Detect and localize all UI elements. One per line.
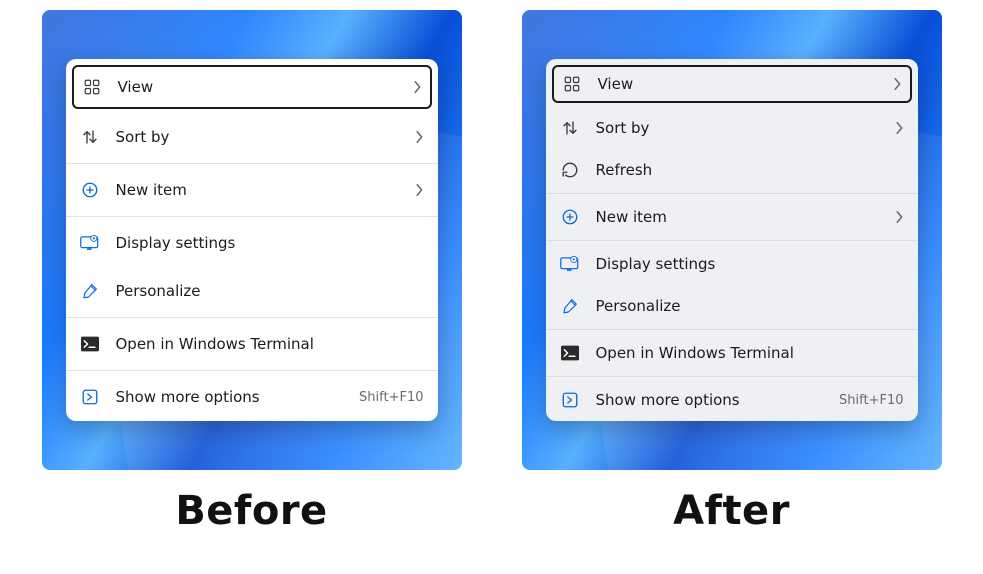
menu-item-new-item[interactable]: New item	[66, 166, 438, 214]
menu-separator	[546, 376, 918, 377]
chevron-right-icon	[892, 77, 902, 91]
context-menu-before: View Sort by New item Display settings Perso…	[66, 59, 438, 421]
chevron-right-icon	[412, 80, 422, 94]
menu-item-show-more-options[interactable]: Show more optionsShift+F10	[546, 379, 918, 421]
after-label: After	[522, 488, 942, 534]
context-menu-after: View Sort by Refresh New item Display settin…	[546, 59, 918, 421]
menu-item-sort-by[interactable]: Sort by	[546, 107, 918, 149]
before-label: Before	[42, 488, 462, 534]
terminal-icon	[560, 343, 580, 363]
menu-item-shortcut: Shift+F10	[839, 393, 903, 408]
display-settings-icon	[560, 254, 580, 274]
menu-item-label: Show more options	[596, 391, 840, 409]
menu-item-label: Sort by	[116, 128, 414, 146]
menu-item-label: View	[598, 75, 892, 93]
chevron-right-icon	[894, 121, 904, 135]
more-options-icon	[80, 387, 100, 407]
comparison-row: View Sort by New item Display settings Perso…	[0, 0, 983, 470]
after-panel: View Sort by Refresh New item Display settin…	[522, 10, 942, 470]
menu-item-label: View	[118, 78, 412, 96]
paintbrush-icon	[560, 296, 580, 316]
grid-icon	[82, 77, 102, 97]
menu-item-display-settings[interactable]: Display settings	[66, 219, 438, 267]
menu-item-open-in-windows-terminal[interactable]: Open in Windows Terminal	[66, 320, 438, 368]
menu-item-label: Display settings	[596, 255, 904, 273]
menu-item-label: Show more options	[116, 388, 360, 406]
menu-item-label: Personalize	[596, 297, 904, 315]
menu-item-show-more-options[interactable]: Show more optionsShift+F10	[66, 373, 438, 421]
refresh-icon	[560, 160, 580, 180]
grid-icon	[562, 74, 582, 94]
menu-separator	[546, 193, 918, 194]
menu-item-view[interactable]: View	[72, 65, 432, 109]
chevron-right-icon	[414, 183, 424, 197]
menu-item-sort-by[interactable]: Sort by	[66, 113, 438, 161]
chevron-right-icon	[894, 210, 904, 224]
paintbrush-icon	[80, 281, 100, 301]
menu-item-label: New item	[596, 208, 894, 226]
menu-separator	[66, 317, 438, 318]
menu-item-new-item[interactable]: New item	[546, 196, 918, 238]
menu-separator	[66, 216, 438, 217]
sort-icon	[560, 118, 580, 138]
menu-item-refresh[interactable]: Refresh	[546, 149, 918, 191]
menu-separator	[66, 370, 438, 371]
menu-separator	[66, 163, 438, 164]
menu-item-shortcut: Shift+F10	[359, 390, 423, 405]
menu-item-view[interactable]: View	[552, 65, 912, 103]
menu-item-label: Refresh	[596, 161, 904, 179]
menu-item-label: Display settings	[116, 234, 424, 252]
before-panel: View Sort by New item Display settings Perso…	[42, 10, 462, 470]
menu-item-label: Personalize	[116, 282, 424, 300]
labels-row: Before After	[0, 470, 983, 534]
terminal-icon	[80, 334, 100, 354]
menu-separator	[546, 240, 918, 241]
menu-item-personalize[interactable]: Personalize	[546, 285, 918, 327]
menu-item-personalize[interactable]: Personalize	[66, 267, 438, 315]
menu-item-label: New item	[116, 181, 414, 199]
menu-item-open-in-windows-terminal[interactable]: Open in Windows Terminal	[546, 332, 918, 374]
plus-circle-icon	[80, 180, 100, 200]
menu-item-display-settings[interactable]: Display settings	[546, 243, 918, 285]
sort-icon	[80, 127, 100, 147]
menu-item-label: Sort by	[596, 119, 894, 137]
more-options-icon	[560, 390, 580, 410]
display-settings-icon	[80, 233, 100, 253]
menu-separator	[546, 329, 918, 330]
menu-item-label: Open in Windows Terminal	[596, 344, 904, 362]
plus-circle-icon	[560, 207, 580, 227]
menu-item-label: Open in Windows Terminal	[116, 335, 424, 353]
chevron-right-icon	[414, 130, 424, 144]
